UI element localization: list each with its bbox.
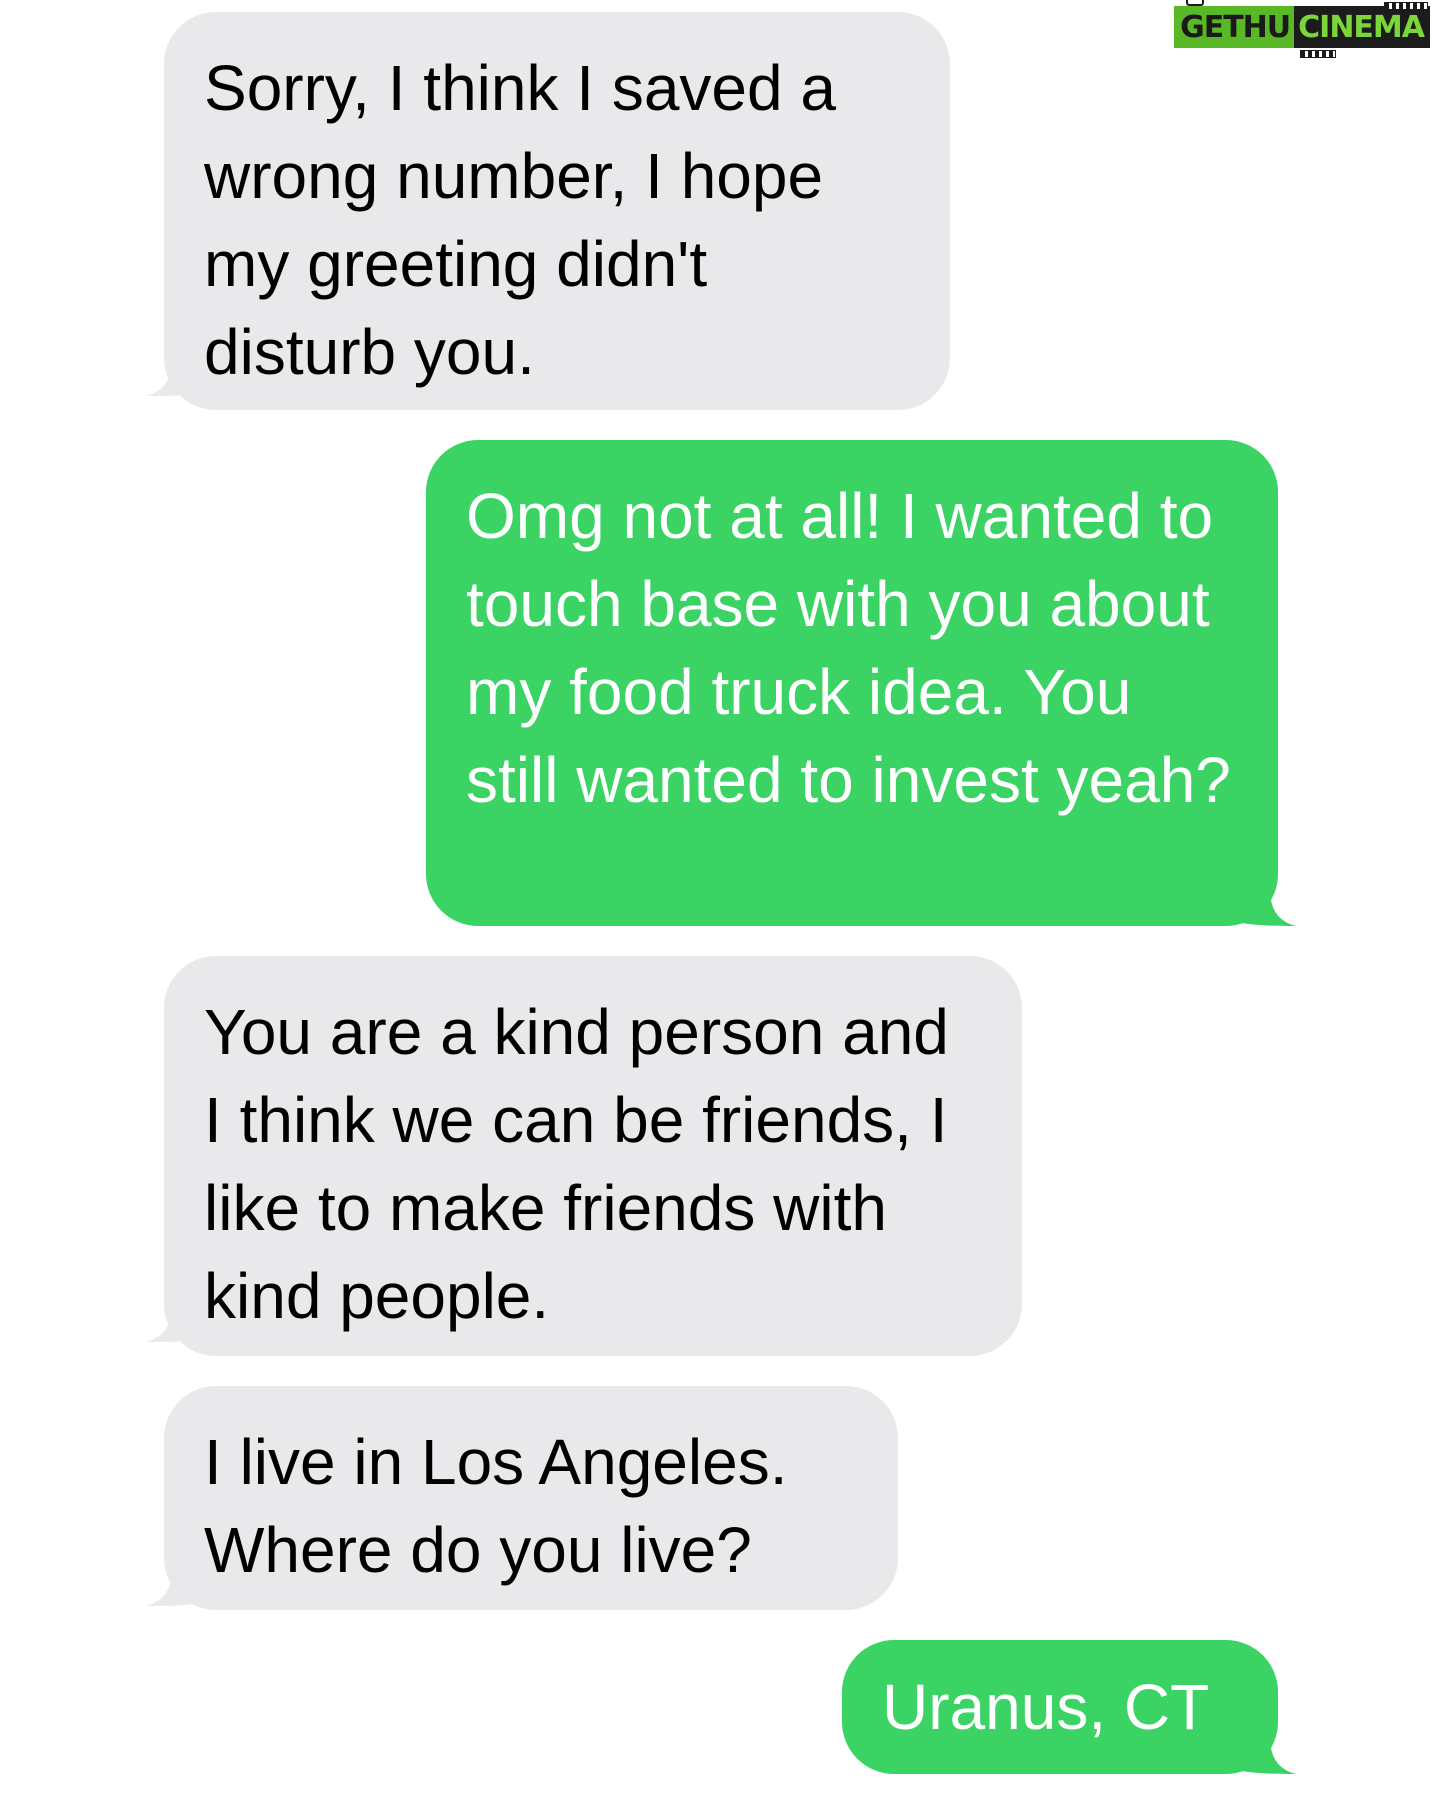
- sent-message-bubble[interactable]: Uranus, CT: [842, 1640, 1278, 1774]
- message-text: Uranus, CT: [882, 1671, 1210, 1743]
- received-message-bubble[interactable]: I live in Los Angeles. Where do you live…: [164, 1386, 898, 1610]
- film-strip-icon: [1300, 50, 1337, 58]
- bubble-tail-right-icon: [1236, 876, 1296, 926]
- received-message-bubble[interactable]: You are a kind person and I think we can…: [164, 956, 1022, 1356]
- message-text: Sorry, I think I saved a wrong number, I…: [204, 52, 836, 388]
- message-text: Omg not at all! I wanted to touch base w…: [466, 480, 1231, 816]
- watermark-text-part1: GETHU: [1174, 6, 1295, 48]
- message-text: I live in Los Angeles. Where do you live…: [204, 1426, 788, 1586]
- bubble-tail-left-icon: [146, 1556, 206, 1606]
- watermark-logo: GETHU CINEMA: [1174, 0, 1430, 58]
- film-strip-icon: [1384, 2, 1428, 10]
- bubble-tail-left-icon: [146, 1292, 206, 1342]
- sent-message-bubble[interactable]: Omg not at all! I wanted to touch base w…: [426, 440, 1278, 926]
- camera-icon: [1186, 0, 1205, 6]
- received-message-bubble[interactable]: Sorry, I think I saved a wrong number, I…: [164, 12, 950, 410]
- message-text: You are a kind person and I think we can…: [204, 996, 949, 1332]
- watermark-text-part2: CINEMA: [1294, 2, 1430, 58]
- bubble-tail-left-icon: [146, 346, 206, 396]
- bubble-tail-right-icon: [1236, 1724, 1296, 1774]
